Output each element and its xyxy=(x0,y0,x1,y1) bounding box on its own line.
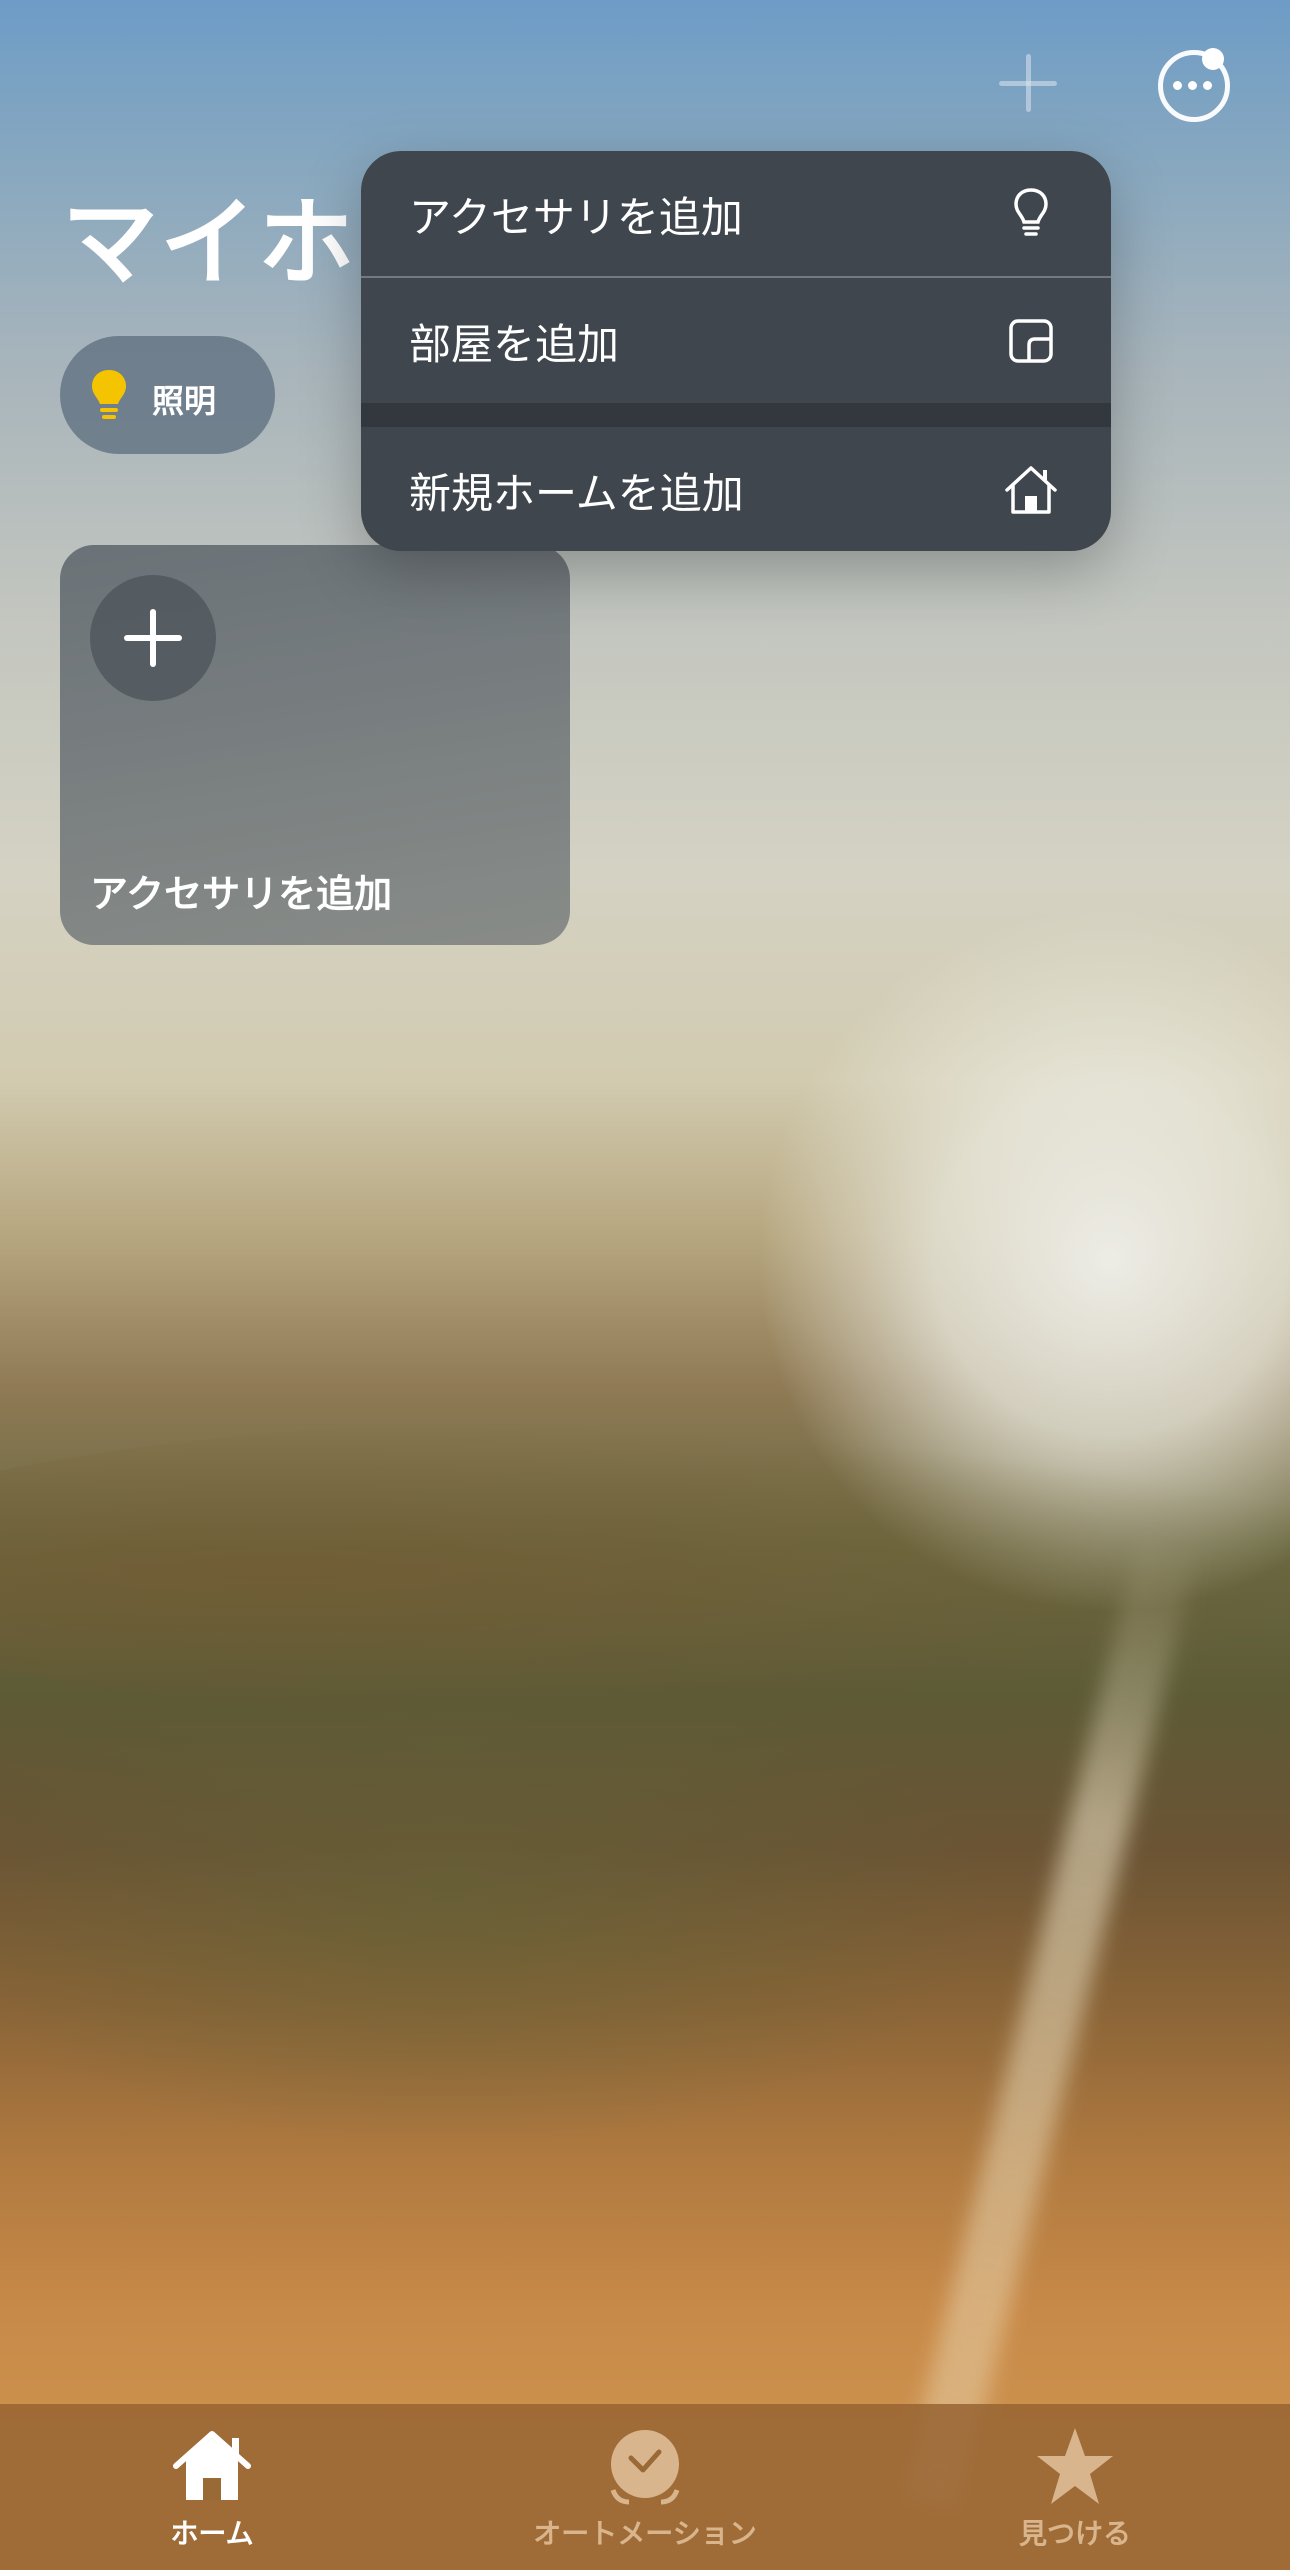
tab-label: 見つける xyxy=(1018,2517,1131,2550)
category-chip-lighting[interactable]: 照明 xyxy=(60,336,275,454)
tab-discover[interactable]: 見つける xyxy=(925,2404,1225,2570)
menu-item-add-accessory[interactable]: アクセサリを追加 xyxy=(361,151,1111,277)
ellipsis-circle-icon xyxy=(1173,81,1212,90)
chip-label: 照明 xyxy=(152,382,217,420)
field-shape xyxy=(0,1650,1000,2150)
menu-item-add-room[interactable]: 部屋を追加 xyxy=(361,278,1111,404)
star-icon xyxy=(1037,2428,1113,2504)
add-button[interactable] xyxy=(995,50,1061,116)
house-icon xyxy=(1005,466,1057,514)
tab-label: ホーム xyxy=(170,2517,254,2550)
lightbulb-icon xyxy=(1014,188,1048,236)
notification-badge xyxy=(1202,48,1224,70)
menu-item-label: 新規ホームを追加 xyxy=(409,468,744,518)
card-label: アクセサリを追加 xyxy=(90,872,393,916)
tab-label: オートメーション xyxy=(533,2517,757,2550)
tab-home[interactable]: ホーム xyxy=(62,2404,362,2570)
menu-item-label: 部屋を追加 xyxy=(409,319,620,369)
menu-section-gap xyxy=(361,403,1111,427)
add-menu: アクセサリを追加 部屋を追加 新規ホームを追加 xyxy=(361,151,1111,551)
room-icon xyxy=(1009,319,1053,363)
menu-item-label: アクセサリを追加 xyxy=(409,192,743,242)
menu-item-add-home[interactable]: 新規ホームを追加 xyxy=(361,427,1111,551)
tab-bar: ホーム オートメーション 見つける xyxy=(0,2404,1290,2570)
house-icon xyxy=(173,2431,251,2500)
tab-automation[interactable]: オートメーション xyxy=(495,2404,795,2570)
plus-icon xyxy=(90,575,216,701)
clock-check-icon xyxy=(610,2430,680,2505)
add-accessory-card[interactable]: アクセサリを追加 xyxy=(60,545,570,945)
lightbulb-icon xyxy=(92,370,126,419)
